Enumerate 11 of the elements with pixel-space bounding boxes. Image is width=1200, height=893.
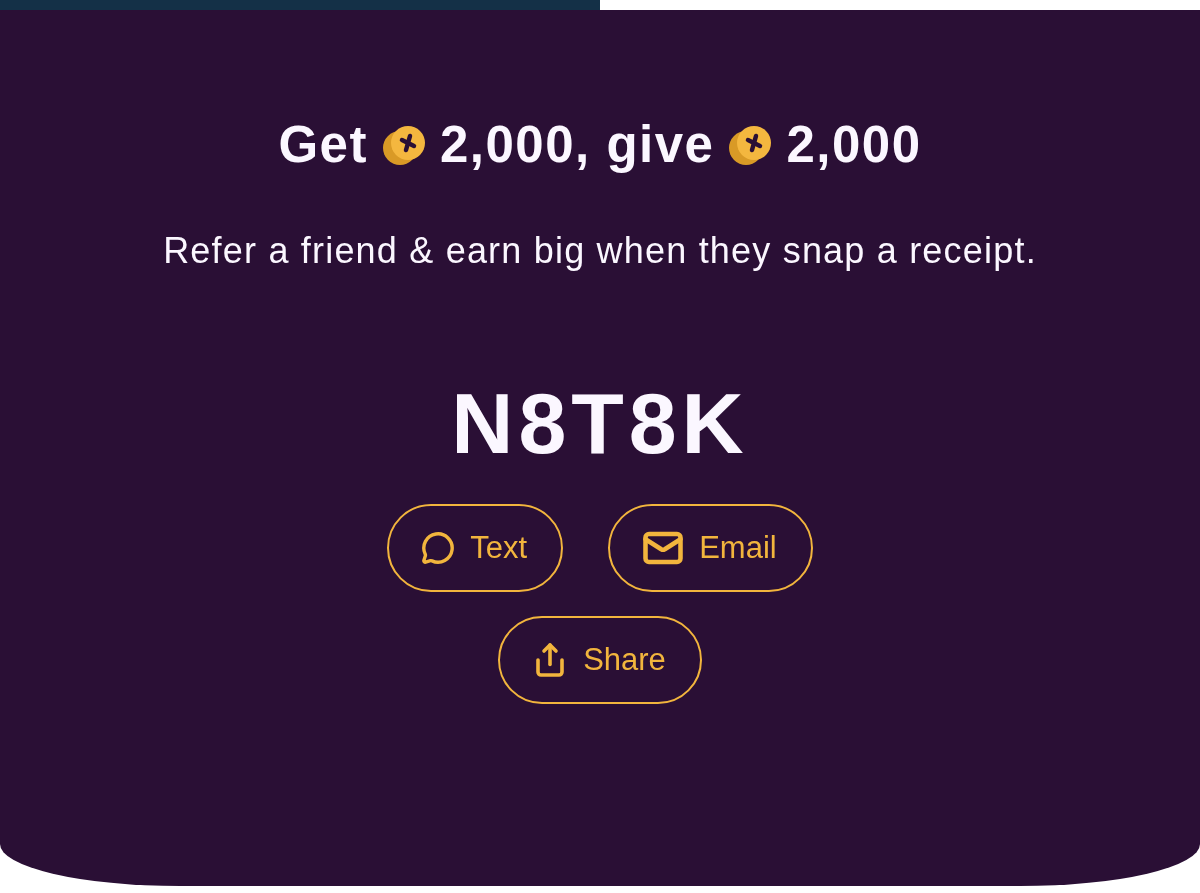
referral-code: N8T8K (451, 380, 749, 466)
text-share-button[interactable]: Text (387, 504, 564, 592)
subtitle-text: Refer a friend & earn big when they snap a receipt. (163, 230, 1037, 272)
coin-icon (380, 123, 427, 167)
share-share-button[interactable]: Share (498, 616, 702, 704)
coin-icon (727, 123, 774, 167)
title-text: 2,000 (786, 117, 922, 173)
title-text: 2,000, give (439, 117, 715, 173)
speech-bubble-icon (421, 531, 456, 565)
email-share-button[interactable]: Email (608, 504, 813, 592)
title-text: Get (278, 117, 368, 173)
